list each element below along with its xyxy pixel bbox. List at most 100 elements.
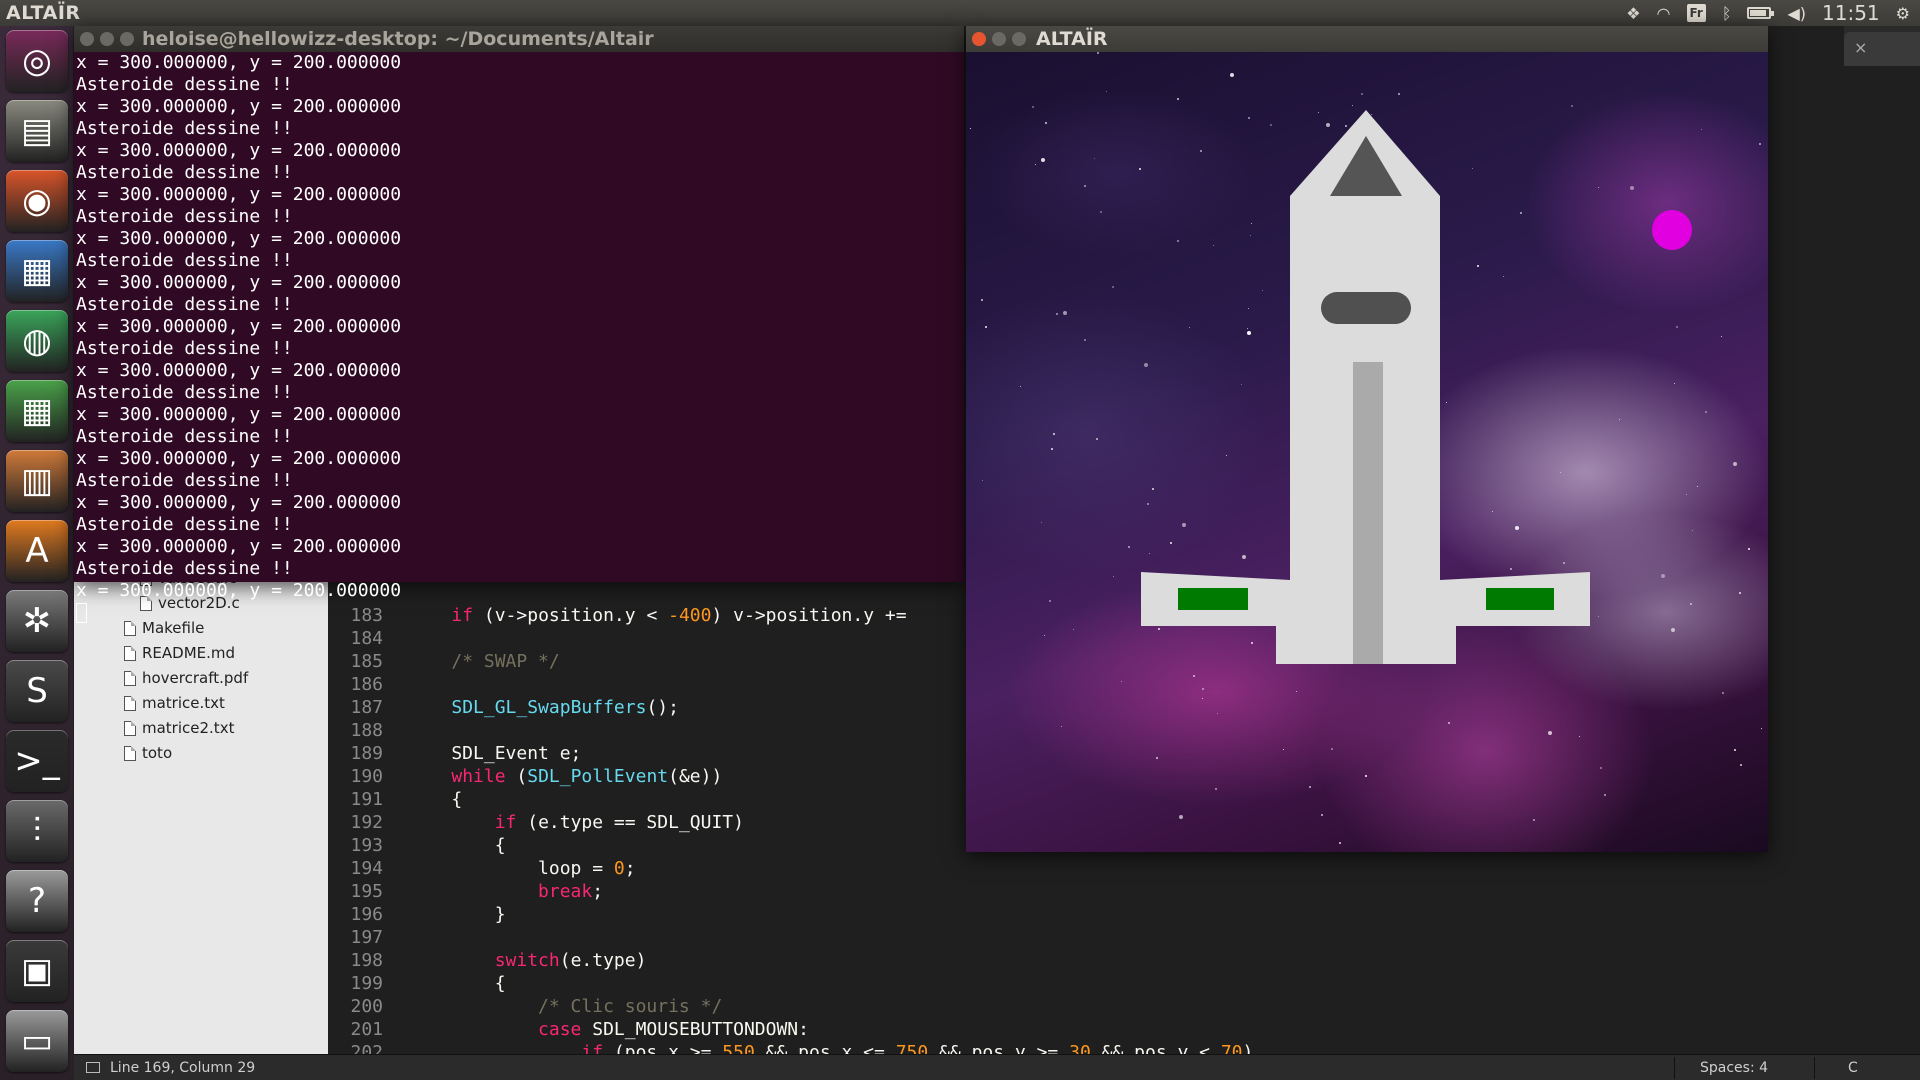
line-number: 195 [350, 881, 383, 902]
code-line: loop = 0; [408, 858, 636, 879]
ship-left-light [1178, 588, 1248, 610]
terminal-line: x = 300.000000, y = 200.000000 [76, 316, 402, 337]
libreoffice-calc-icon[interactable]: ▦ [6, 380, 68, 442]
terminal-line: Asteroide dessine !! [76, 338, 293, 359]
line-number: 192 [350, 812, 383, 833]
terminal-output[interactable]: x = 300.000000, y = 200.000000 Asteroide … [76, 52, 964, 623]
editor-tab[interactable]: × [1844, 32, 1920, 66]
ubuntu-dash-icon[interactable]: ◎ [6, 30, 68, 92]
terminal-icon[interactable]: >_ [6, 730, 68, 792]
firefox-icon[interactable]: ◉ [6, 170, 68, 232]
battery-level [1750, 10, 1767, 16]
line-number: 189 [350, 743, 383, 764]
status-indentation[interactable]: Spaces: 4 [1700, 1060, 1768, 1076]
spaceship [1141, 110, 1590, 664]
terminal-line: x = 300.000000, y = 200.000000 [76, 492, 402, 513]
minimize-icon[interactable] [992, 32, 1006, 46]
code-line: /* Clic souris */ [538, 996, 723, 1017]
terminal-line: x = 300.000000, y = 200.000000 [76, 140, 402, 161]
sidebar-file-item[interactable]: README.md [124, 642, 235, 664]
line-number: 197 [350, 927, 383, 948]
line-number: 187 [350, 697, 383, 718]
ship-cockpit [1321, 292, 1411, 324]
wifi-icon[interactable]: ◠ [1657, 4, 1671, 23]
editor-tab-strip: × [1844, 26, 1920, 66]
maximize-icon[interactable] [120, 32, 134, 46]
line-number: 199 [350, 973, 383, 994]
game-titlebar[interactable]: ALTAÏR [966, 26, 1768, 52]
maximize-icon[interactable] [1012, 32, 1026, 46]
bluetooth-icon[interactable]: ᛒ [1722, 4, 1732, 23]
mixer-icon[interactable]: ⫶ [6, 800, 68, 862]
clock[interactable]: 11:51 [1822, 1, 1880, 25]
tab-close-icon[interactable]: × [1854, 38, 1867, 57]
terminal-line: x = 300.000000, y = 200.000000 [76, 184, 402, 205]
sidebar-file-item[interactable]: matrice.txt [124, 692, 225, 714]
game-window[interactable]: ALTAÏR [966, 26, 1768, 852]
drive-icon[interactable]: ▭ [6, 1010, 68, 1072]
terminal-line: x = 300.000000, y = 200.000000 [76, 228, 402, 249]
dropbox-icon[interactable]: ❖ [1626, 4, 1640, 23]
line-number: 188 [350, 720, 383, 741]
panel-toggle-icon[interactable] [86, 1062, 100, 1073]
volume-icon[interactable]: ◀) [1787, 4, 1806, 23]
libreoffice-writer-icon[interactable]: ▦ [6, 240, 68, 302]
terminal-line: Asteroide dessine !! [76, 294, 293, 315]
code-line: switch(e.type) [494, 950, 647, 971]
terminal-line: x = 300.000000, y = 200.000000 [76, 96, 402, 117]
line-number: 201 [350, 1019, 383, 1040]
help-icon[interactable]: ? [6, 870, 68, 932]
game-canvas[interactable] [966, 52, 1768, 852]
software-center-icon[interactable]: A [6, 520, 68, 582]
workspaces-icon[interactable]: ▣ [6, 940, 68, 1002]
terminal-line: Asteroide dessine !! [76, 382, 293, 403]
line-number: 196 [350, 904, 383, 925]
sidebar-file-item[interactable]: toto [124, 742, 172, 764]
sidebar-file-item[interactable]: hovercraft.pdf [124, 667, 248, 689]
sidebar-file-item[interactable]: matrice2.txt [124, 717, 234, 739]
terminal-line: x = 300.000000, y = 200.000000 [76, 580, 402, 601]
code-line: while (SDL_PollEvent(&e)) [451, 766, 723, 787]
terminal-titlebar[interactable]: heloise@hellowizz-desktop: ~/Documents/A… [74, 26, 964, 52]
chrome-icon[interactable]: ◍ [6, 310, 68, 372]
file-icon [124, 645, 136, 661]
terminal-window[interactable]: heloise@hellowizz-desktop: ~/Documents/A… [74, 26, 964, 623]
status-divider [1814, 1057, 1815, 1079]
terminal-line: Asteroide dessine !! [76, 118, 293, 139]
system-settings-icon[interactable]: ✲ [6, 590, 68, 652]
code-line: { [408, 789, 463, 810]
libreoffice-impress-icon[interactable]: ▥ [6, 450, 68, 512]
keyboard-layout-indicator[interactable]: Fr [1686, 4, 1706, 22]
status-divider [1674, 1057, 1675, 1079]
terminal-line: x = 300.000000, y = 200.000000 [76, 448, 402, 469]
files-icon[interactable]: ▤ [6, 100, 68, 162]
code-line: } [408, 904, 506, 925]
terminal-line: x = 300.000000, y = 200.000000 [76, 52, 402, 73]
code-line: if (e.type == SDL_QUIT) [494, 812, 744, 833]
status-syntax[interactable]: C [1848, 1060, 1858, 1076]
file-icon [124, 720, 136, 736]
ship-right-light [1486, 588, 1554, 610]
sublime-text-icon[interactable]: S [6, 660, 68, 722]
session-gear-icon[interactable]: ⚙ [1896, 4, 1910, 23]
line-number: 193 [350, 835, 383, 856]
close-icon[interactable] [972, 32, 986, 46]
sidebar-file-label: matrice2.txt [142, 719, 235, 737]
code-line: break; [538, 881, 604, 902]
line-number: 185 [350, 651, 383, 672]
sidebar-file-label: toto [142, 744, 173, 762]
terminal-line: Asteroide dessine !! [76, 162, 293, 183]
file-icon [124, 670, 136, 686]
close-icon[interactable] [80, 32, 94, 46]
terminal-title: heloise@hellowizz-desktop: ~/Documents/A… [142, 28, 654, 50]
line-number: 186 [350, 674, 383, 695]
terminal-line: Asteroide dessine !! [76, 426, 293, 447]
code-line: { [408, 835, 506, 856]
top-panel: ALTAÏR ❖ ◠ Fr ᛒ ◀) 11:51 ⚙ [0, 0, 1920, 26]
line-number: 184 [350, 628, 383, 649]
sidebar-file-label: matrice.txt [142, 694, 225, 712]
code-line: SDL_Event e; [408, 743, 582, 764]
battery-icon[interactable] [1747, 7, 1775, 19]
terminal-line: x = 300.000000, y = 200.000000 [76, 360, 402, 381]
minimize-icon[interactable] [100, 32, 114, 46]
